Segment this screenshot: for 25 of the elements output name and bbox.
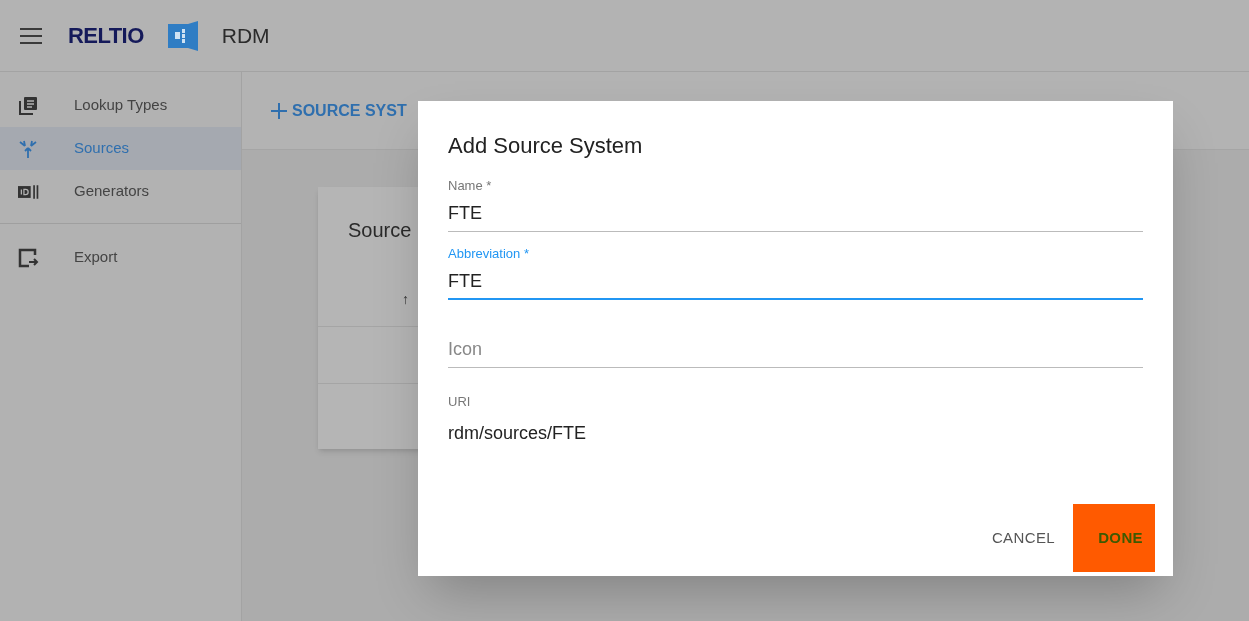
done-button[interactable]: DONE xyxy=(1073,504,1155,572)
field-label: Name * xyxy=(448,177,493,195)
app-title: RDM xyxy=(221,22,270,49)
add-source-system-button[interactable]: SOURCE SYST xyxy=(270,98,407,123)
app-logo-icon xyxy=(165,20,200,51)
stacked-pages-icon xyxy=(18,95,38,116)
plus-icon xyxy=(270,101,288,120)
card-title: Source xyxy=(348,218,413,243)
sort-icon[interactable]: ↑ xyxy=(402,289,409,310)
field-label: Abbreviation * xyxy=(448,245,530,263)
id-card-icon xyxy=(18,182,40,201)
text-field[interactable]: Icon xyxy=(448,332,1143,368)
cancel-button[interactable]: CANCEL xyxy=(987,518,1059,558)
sidebar-item[interactable]: Lookup Types xyxy=(0,84,241,127)
uri-value: rdm/sources/FTE xyxy=(448,422,588,445)
sidebar-item[interactable]: Export xyxy=(0,236,241,279)
text-field[interactable]: FTE xyxy=(448,196,1143,232)
menu-icon[interactable] xyxy=(20,27,42,44)
text-field[interactable]: FTE xyxy=(448,264,1143,300)
dialog-title: Add Source System xyxy=(448,132,644,160)
export-icon xyxy=(18,247,40,268)
field-label: URI xyxy=(448,393,472,411)
sidebar-item[interactable]: Generators xyxy=(0,170,241,213)
merge-arrows-icon xyxy=(18,138,38,159)
logo-text: RELTIO xyxy=(68,22,144,50)
